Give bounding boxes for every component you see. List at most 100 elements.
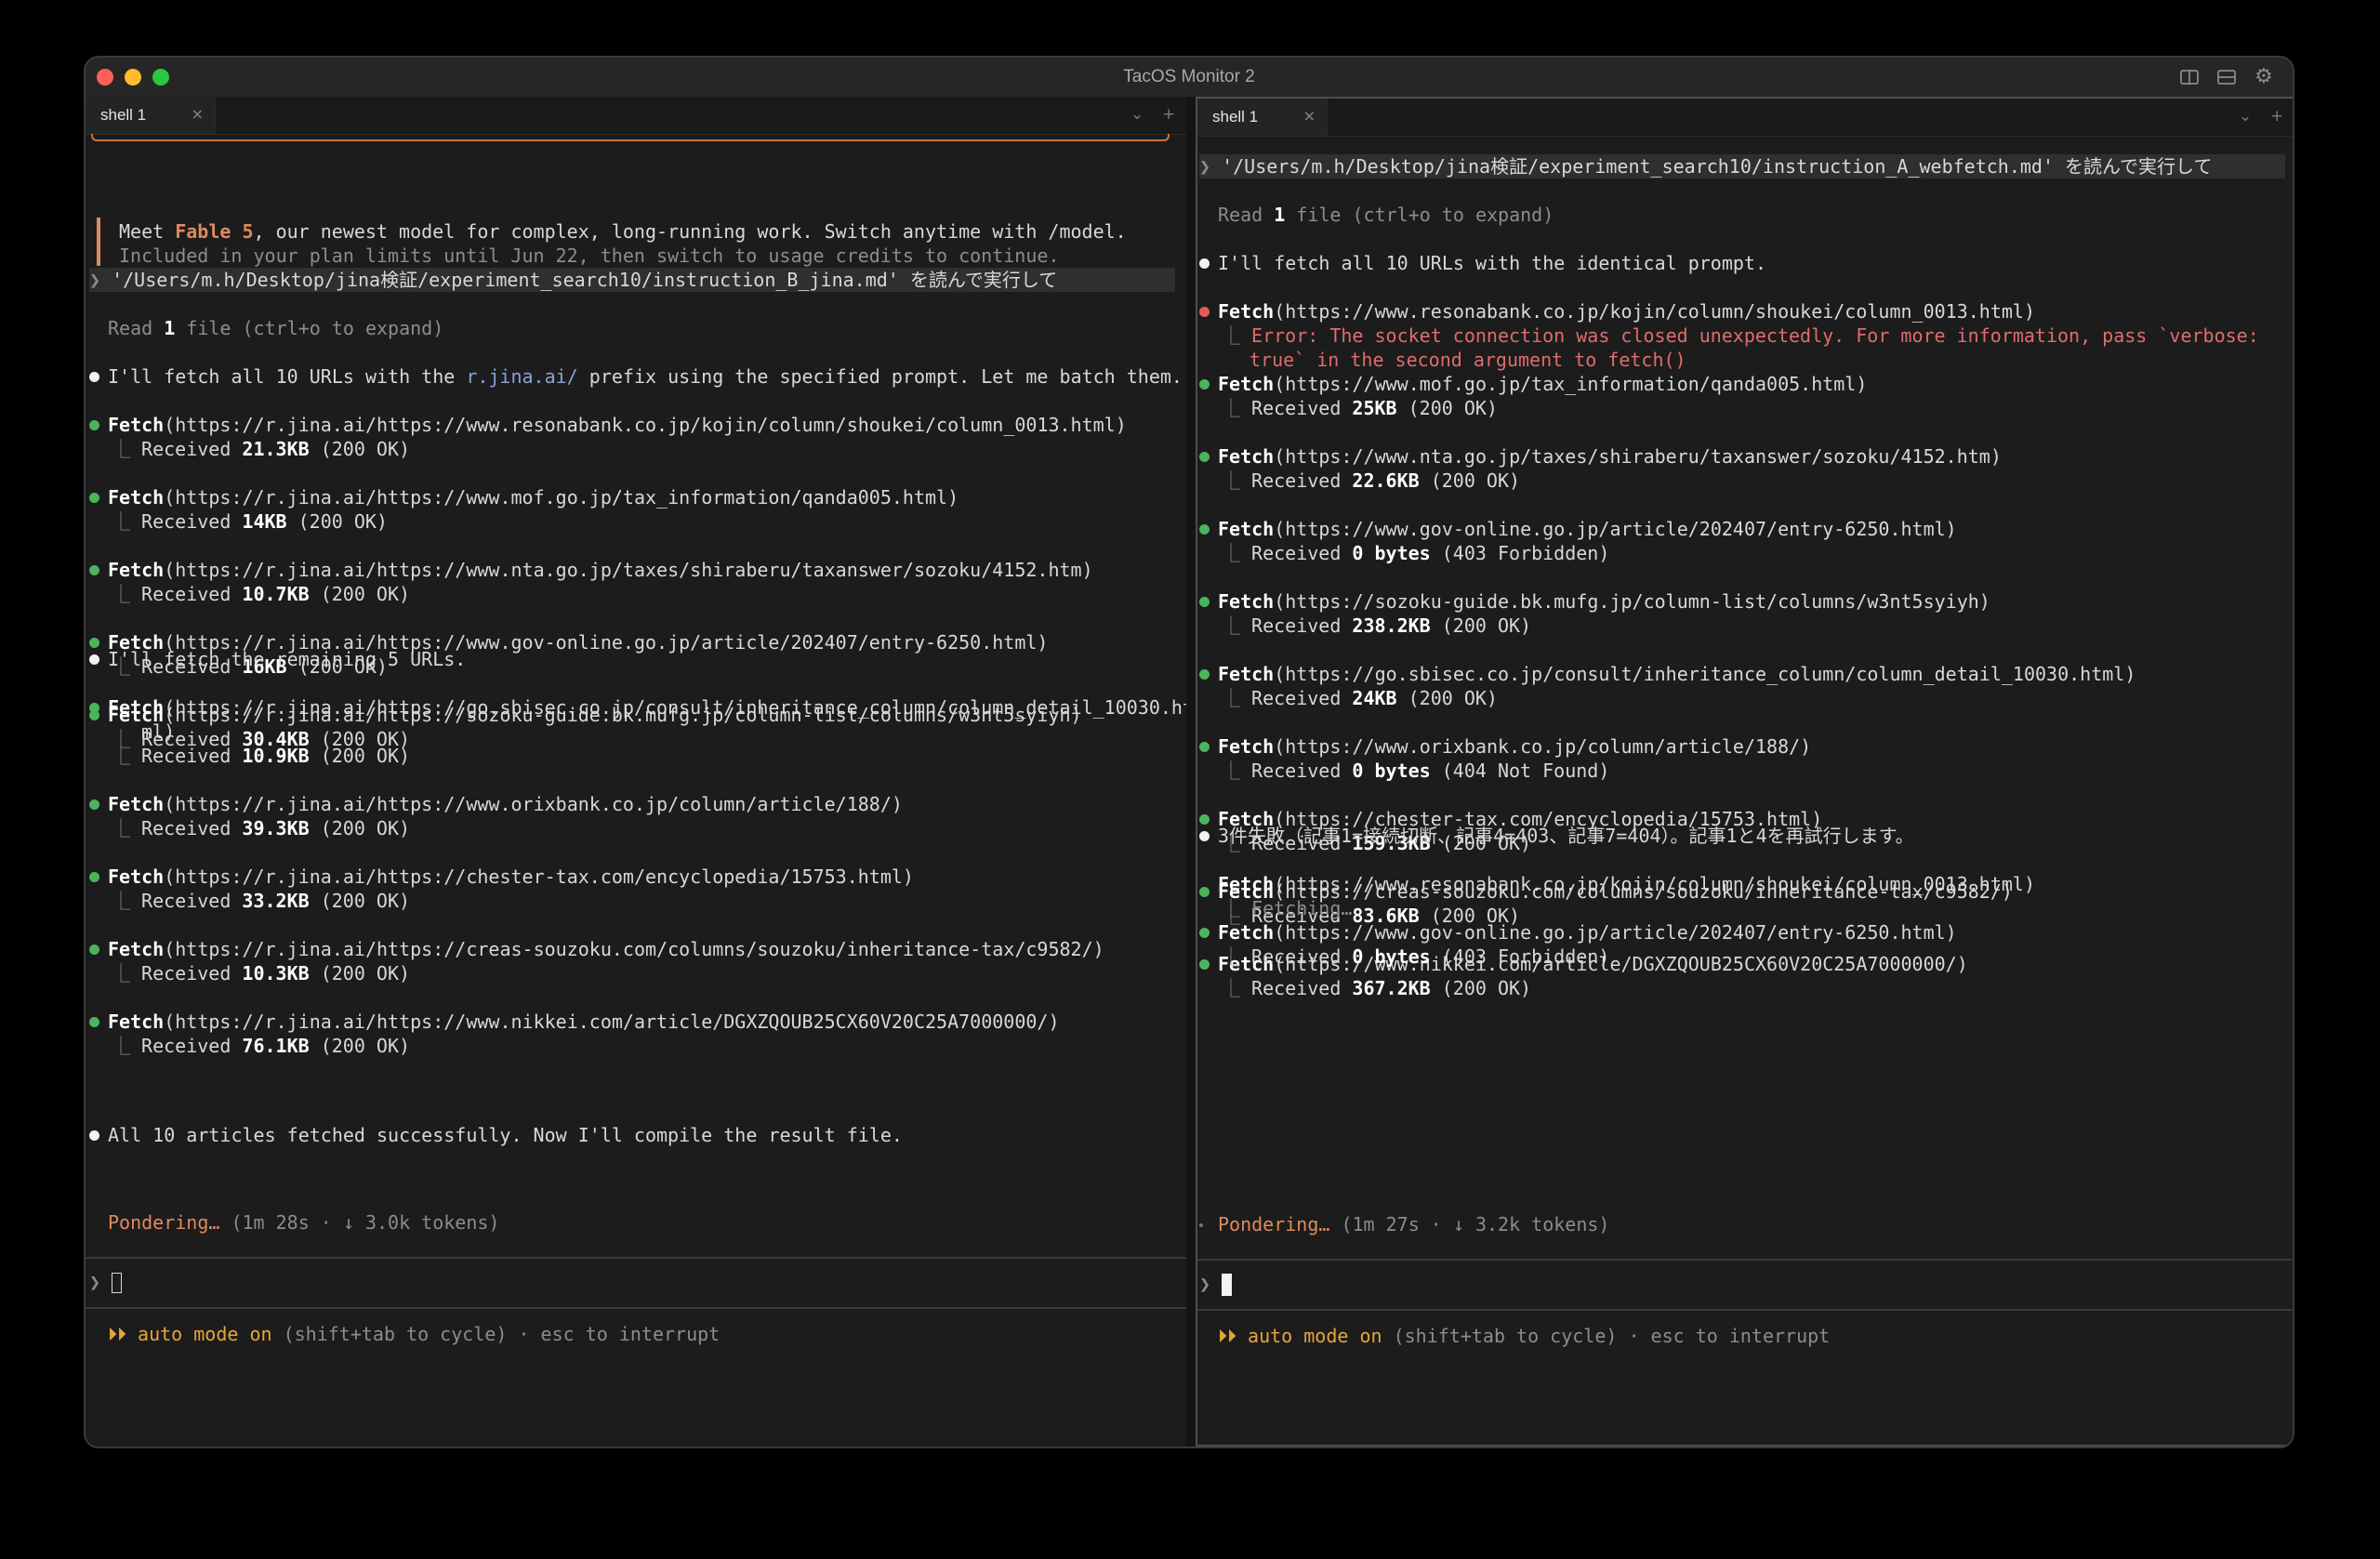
right-terminal-output: ❯ '/Users/m.h/Desktop/jina検証/experiment_… <box>1197 136 2293 1175</box>
success-bullet <box>1199 452 1210 462</box>
success-bullet <box>1199 524 1210 535</box>
notice-line-2: Included in your plan limits until Jun 2… <box>119 244 1060 267</box>
fetch-call: Fetch(https://www.gov-online.go.jp/artic… <box>1218 518 1957 540</box>
fetch-result: ⎿ Received 10.3KB (200 OK) <box>112 962 411 984</box>
fetch-call: Fetch(https://www.gov-online.go.jp/artic… <box>1218 921 1957 944</box>
fetch-call: Fetch(https://r.jina.ai/https://www.nta.… <box>108 559 1093 581</box>
fetch-call: Fetch(https://www.mof.go.jp/tax_informat… <box>1218 373 1868 395</box>
assistant-message: I'll fetch all 10 URLs with the identica… <box>1218 252 1767 274</box>
success-bullet <box>89 703 99 713</box>
success-bullet <box>1199 742 1210 752</box>
fetch-call: Fetch(https://r.jina.ai/https://www.mof.… <box>108 486 959 509</box>
fetch-call: Fetch(https://www.orixbank.co.jp/column/… <box>1218 735 1812 758</box>
left-tab-bar: shell 1 × ⌄ + <box>86 97 1186 135</box>
success-bullet <box>89 799 99 810</box>
pane-divider[interactable] <box>1186 97 1196 1447</box>
user-prompt: ❯ '/Users/m.h/Desktop/jina検証/experiment_… <box>89 268 1175 292</box>
fetch-call: Fetch(https://go.sbisec.co.jp/consult/in… <box>1218 663 2136 685</box>
fetch-result: ⎿ Received 25KB (200 OK) <box>1222 397 1498 419</box>
error-bullet <box>1199 307 1210 317</box>
success-bullet <box>1199 669 1210 680</box>
message-bullet <box>1199 831 1210 841</box>
success-bullet <box>89 420 99 430</box>
close-icon[interactable]: × <box>192 105 204 123</box>
tab-label: shell 1 <box>100 106 147 124</box>
notice-accent <box>97 218 100 266</box>
success-bullet <box>89 872 99 882</box>
fetch-result: ⎿ Received 76.1KB (200 OK) <box>112 1035 411 1057</box>
user-prompt: ❯ '/Users/m.h/Desktop/jina検証/experiment_… <box>1199 154 2285 178</box>
auto-mode-status: ⏵⏵ auto mode on (shift+tab to cycle) · e… <box>108 1323 721 1345</box>
fetch-result: ⎿ Received 10.9KB (200 OK) <box>112 745 411 767</box>
fetch-error: ⎿ Error: The socket connection was close… <box>1222 324 2259 347</box>
left-terminal-pane[interactable]: shell 1 × ⌄ + Meet Fable 5, our newest m… <box>86 97 1186 1447</box>
divider-line <box>1197 1309 2293 1311</box>
assistant-message: I'll fetch the remaining 5 URLs. <box>108 648 467 670</box>
fetch-result: ⎿ Received 21.3KB (200 OK) <box>112 438 411 460</box>
fetch-result: ⎿ Received 10.7KB (200 OK) <box>112 583 411 605</box>
fetch-call: Fetch(https://r.jina.ai/https://chester-… <box>108 865 914 888</box>
split-horizontal-icon[interactable] <box>2216 67 2237 87</box>
title-bar: TacOS Monitor 2 ⚙ <box>86 58 2293 98</box>
success-bullet <box>89 1017 99 1027</box>
fetch-call: Fetch(https://www.resonabank.co.jp/kojin… <box>1218 873 2036 895</box>
tab-shell-1-left[interactable]: shell 1 × <box>86 97 216 134</box>
success-bullet <box>89 945 99 955</box>
prompt-input[interactable]: ❯ <box>89 1266 123 1298</box>
chevron-down-icon[interactable]: ⌄ <box>1130 105 1144 124</box>
input-box-edge <box>91 134 1170 141</box>
success-bullet <box>89 565 99 575</box>
text-cursor <box>1222 1274 1233 1296</box>
success-bullet <box>1199 379 1210 390</box>
success-bullet <box>1199 597 1210 607</box>
success-bullet <box>1199 928 1210 938</box>
split-vertical-icon[interactable] <box>2179 67 2200 87</box>
fetch-result: ⎿ Received 22.6KB (200 OK) <box>1222 469 1521 492</box>
fetch-call: Fetch(https://r.jina.ai/https://www.reso… <box>108 414 1127 436</box>
fetch-call-wrap: ml) <box>141 720 176 743</box>
message-bullet <box>89 372 99 382</box>
pondering-status: Pondering… (1m 27s · ↓ 3.2k tokens) <box>1218 1213 1610 1235</box>
fetch-error-wrap: true` in the second argument to fetch() <box>1250 349 1686 371</box>
new-tab-icon[interactable]: + <box>2270 107 2283 126</box>
auto-mode-status: ⏵⏵ auto mode on (shift+tab to cycle) · e… <box>1218 1325 1831 1347</box>
notice-line-1: Meet Fable 5, our newest model for compl… <box>119 220 1127 243</box>
fetch-pending: ⎿ Fetching… <box>1222 897 1353 919</box>
window-title: TacOS Monitor 2 <box>1123 67 1255 86</box>
divider-line <box>1197 1259 2293 1261</box>
gear-icon[interactable]: ⚙ <box>2254 67 2274 87</box>
new-tab-icon[interactable]: + <box>1162 105 1175 124</box>
fetch-result: ⎿ Received 0 bytes (403 Forbidden) <box>1222 945 1610 968</box>
fetch-call: Fetch(https://r.jina.ai/https://www.orix… <box>108 793 903 815</box>
app-window: TacOS Monitor 2 ⚙ shell 1 × ⌄ + Meet Fab… <box>84 56 2294 1448</box>
fetch-result: ⎿ Received 0 bytes (403 Forbidden) <box>1222 542 1610 564</box>
fetch-result: ⎿ Received 367.2KB (200 OK) <box>1222 977 1532 999</box>
success-bullet <box>89 638 99 648</box>
fetch-call: Fetch(https://sozoku-guide.bk.mufg.jp/co… <box>1218 590 1990 613</box>
fetch-call: Fetch(https://www.resonabank.co.jp/kojin… <box>1218 300 2036 323</box>
right-terminal-pane[interactable]: shell 1 × ⌄ + ❯ '/Users/m.h/Desktop/jina… <box>1196 97 2293 1447</box>
fetch-result: ⎿ Received 24KB (200 OK) <box>1222 687 1498 709</box>
success-bullet <box>1199 959 1210 970</box>
tab-shell-1-right[interactable]: shell 1 × <box>1197 99 1328 136</box>
divider-line <box>86 1257 1186 1259</box>
fetch-result: ⎿ Received 33.2KB (200 OK) <box>112 890 411 912</box>
divider-line <box>86 1307 1186 1309</box>
fetch-call: Fetch(https://www.nta.go.jp/taxes/shirab… <box>1218 445 2002 468</box>
prompt-input[interactable]: ❯ <box>1199 1268 1233 1300</box>
chevron-down-icon[interactable]: ⌄ <box>2239 107 2252 126</box>
fetch-call: Fetch(https://r.jina.ai/https://www.nikk… <box>108 1011 1060 1033</box>
read-status: Read 1 file (ctrl+o to expand) <box>1218 204 1554 226</box>
assistant-message: All 10 articles fetched successfully. No… <box>108 1124 903 1146</box>
message-bullet <box>1199 258 1210 269</box>
assistant-message: I'll fetch all 10 URLs with the r.jina.a… <box>108 365 1183 388</box>
fetch-result: ⎿ Received 238.2KB (200 OK) <box>1222 614 1532 637</box>
fetch-call: Fetch(https://r.jina.ai/https://creas-so… <box>108 938 1104 960</box>
fetch-call: Fetch(https://r.jina.ai/https://go.sbise… <box>108 696 1186 719</box>
pondering-status: Pondering… (1m 28s · ↓ 3.0k tokens) <box>108 1211 500 1234</box>
fetch-result: ⎿ Received 0 bytes (404 Not Found) <box>1222 760 1610 782</box>
close-icon[interactable]: × <box>1303 107 1316 125</box>
fetch-result: ⎿ Received 39.3KB (200 OK) <box>112 817 411 839</box>
success-bullet <box>1199 814 1210 825</box>
pondering-dot <box>1199 1223 1203 1227</box>
